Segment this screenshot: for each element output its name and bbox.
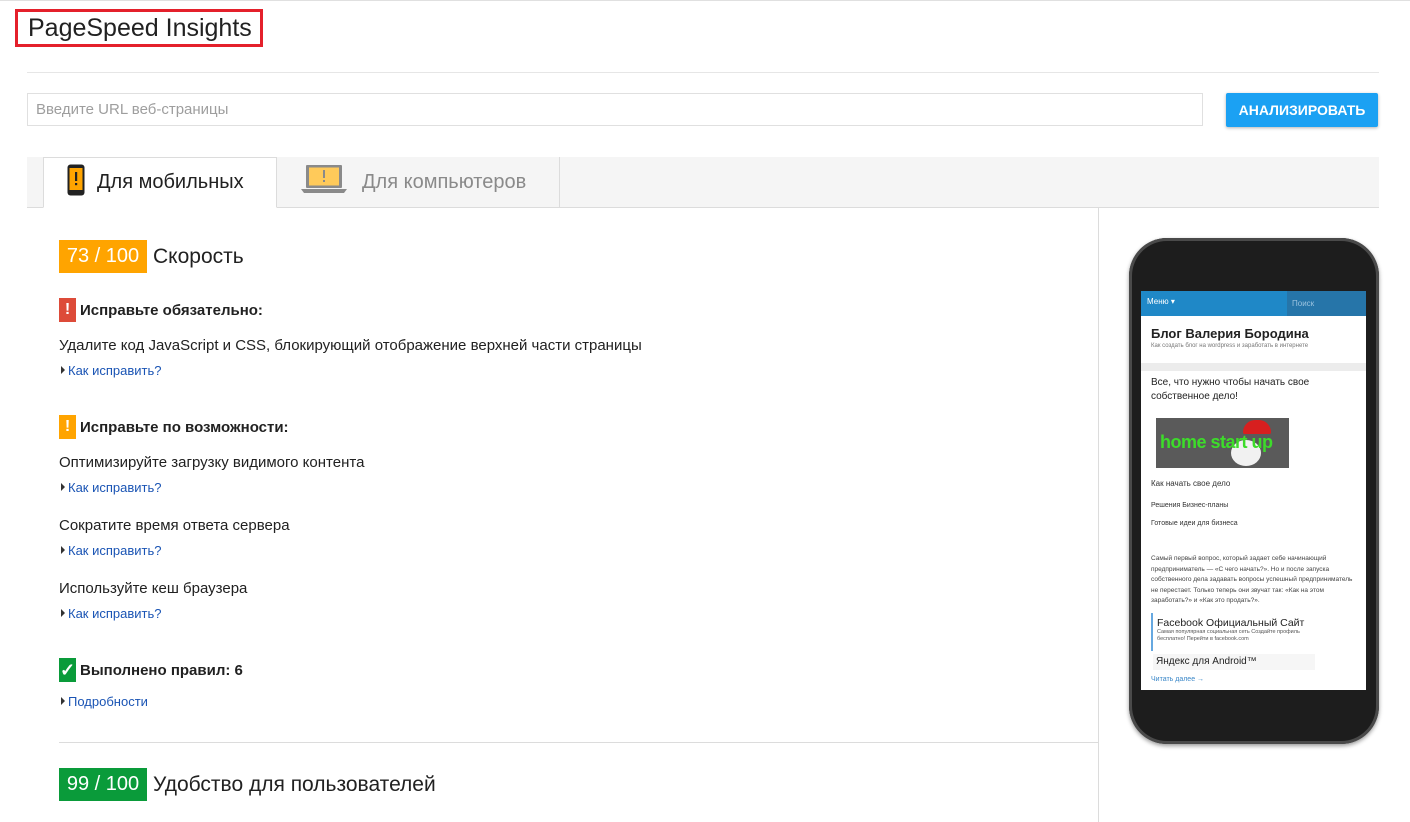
url-input[interactable]	[27, 93, 1203, 126]
device-tabs: Для мобильных Для компьютеров	[27, 157, 1379, 208]
header-divider	[27, 72, 1379, 73]
preview-navbar: Меню ▾ Поиск	[1141, 291, 1366, 316]
passed-rules-title: Выполнено правил: 6	[80, 662, 243, 679]
phone-preview-screen: Меню ▾ Поиск Блог Валерия Бородина Как с…	[1141, 291, 1366, 690]
rule-browser-cache: Используйте кеш браузера	[59, 580, 248, 597]
should-fix-badge: !	[59, 415, 76, 439]
mobile-phone-icon	[67, 164, 85, 202]
tab-desktop[interactable]: Для компьютеров	[277, 157, 560, 207]
analyze-button[interactable]: АНАЛИЗИРОВАТЬ	[1226, 93, 1378, 127]
usability-section-title: Удобство для пользователей	[153, 773, 436, 796]
speed-score: 73 / 100	[59, 240, 147, 273]
preview-ad-desc: Самая популярная социальная сеть Создайт…	[1157, 629, 1300, 642]
speed-section-title: Скорость	[153, 245, 244, 268]
preview-link: Решения Бизнес-планы	[1151, 502, 1229, 509]
preview-link: Как начать свое дело	[1151, 479, 1231, 488]
results-panel: 73 / 100 Скорость ! Исправьте обязательн…	[27, 208, 1098, 822]
usability-score: 99 / 100	[59, 768, 147, 801]
tab-desktop-label: Для компьютеров	[362, 170, 527, 193]
preview-blog-title: Блог Валерия Бородина	[1151, 326, 1309, 341]
passed-check-icon: ✓	[59, 658, 76, 682]
app-title: PageSpeed Insights	[15, 9, 263, 47]
preview-ad2-title: Яндекс для Android™	[1153, 654, 1315, 670]
top-border	[0, 0, 1410, 1]
laptop-icon	[301, 164, 347, 200]
rule-visible-content: Оптимизируйте загрузку видимого контента	[59, 454, 365, 471]
rule-render-blocking: Удалите код JavaScript и CSS, блокирующи…	[59, 337, 642, 354]
panel-divider	[1098, 208, 1099, 822]
preview-search: Поиск	[1287, 291, 1366, 316]
how-to-fix-link[interactable]: Как исправить?	[61, 543, 162, 558]
expand-triangle-icon	[61, 483, 65, 491]
must-fix-badge: !	[59, 298, 76, 322]
preview-divider	[1141, 363, 1366, 371]
tab-mobile[interactable]: Для мобильных	[43, 157, 277, 208]
preview-ad-title: Facebook Официальный Сайт	[1157, 617, 1305, 629]
section-divider	[59, 742, 1098, 743]
expand-triangle-icon	[61, 609, 65, 617]
how-to-fix-link[interactable]: Как исправить?	[61, 363, 162, 378]
preview-read-more: Читать далее →	[1151, 676, 1205, 683]
preview-menu: Меню ▾	[1147, 297, 1175, 306]
preview-paragraph: Самый первый вопрос, который задает себе…	[1151, 555, 1353, 604]
preview-logo-image: home start up	[1156, 418, 1289, 468]
rule-server-response: Сократите время ответа сервера	[59, 517, 290, 534]
preview-blog-subtitle: Как создать блог на wordpress и заработа…	[1151, 343, 1309, 349]
preview-link: Готовые идеи для бизнеса	[1151, 520, 1238, 527]
tab-mobile-label: Для мобильных	[97, 171, 244, 193]
should-fix-title: Исправьте по возможности:	[80, 419, 289, 436]
expand-triangle-icon	[61, 546, 65, 554]
preview-logo-text: home start up	[1160, 432, 1273, 452]
preview-headline: Все, что нужно чтобы начать свое собстве…	[1151, 377, 1310, 402]
details-link[interactable]: Подробности	[61, 694, 148, 709]
how-to-fix-link[interactable]: Как исправить?	[61, 606, 162, 621]
preview-ad-block: Facebook Официальный Сайт Самая популярн…	[1151, 613, 1316, 651]
expand-triangle-icon	[61, 366, 65, 374]
how-to-fix-link[interactable]: Как исправить?	[61, 480, 162, 495]
expand-triangle-icon	[61, 697, 65, 705]
must-fix-title: Исправьте обязательно:	[80, 302, 263, 319]
